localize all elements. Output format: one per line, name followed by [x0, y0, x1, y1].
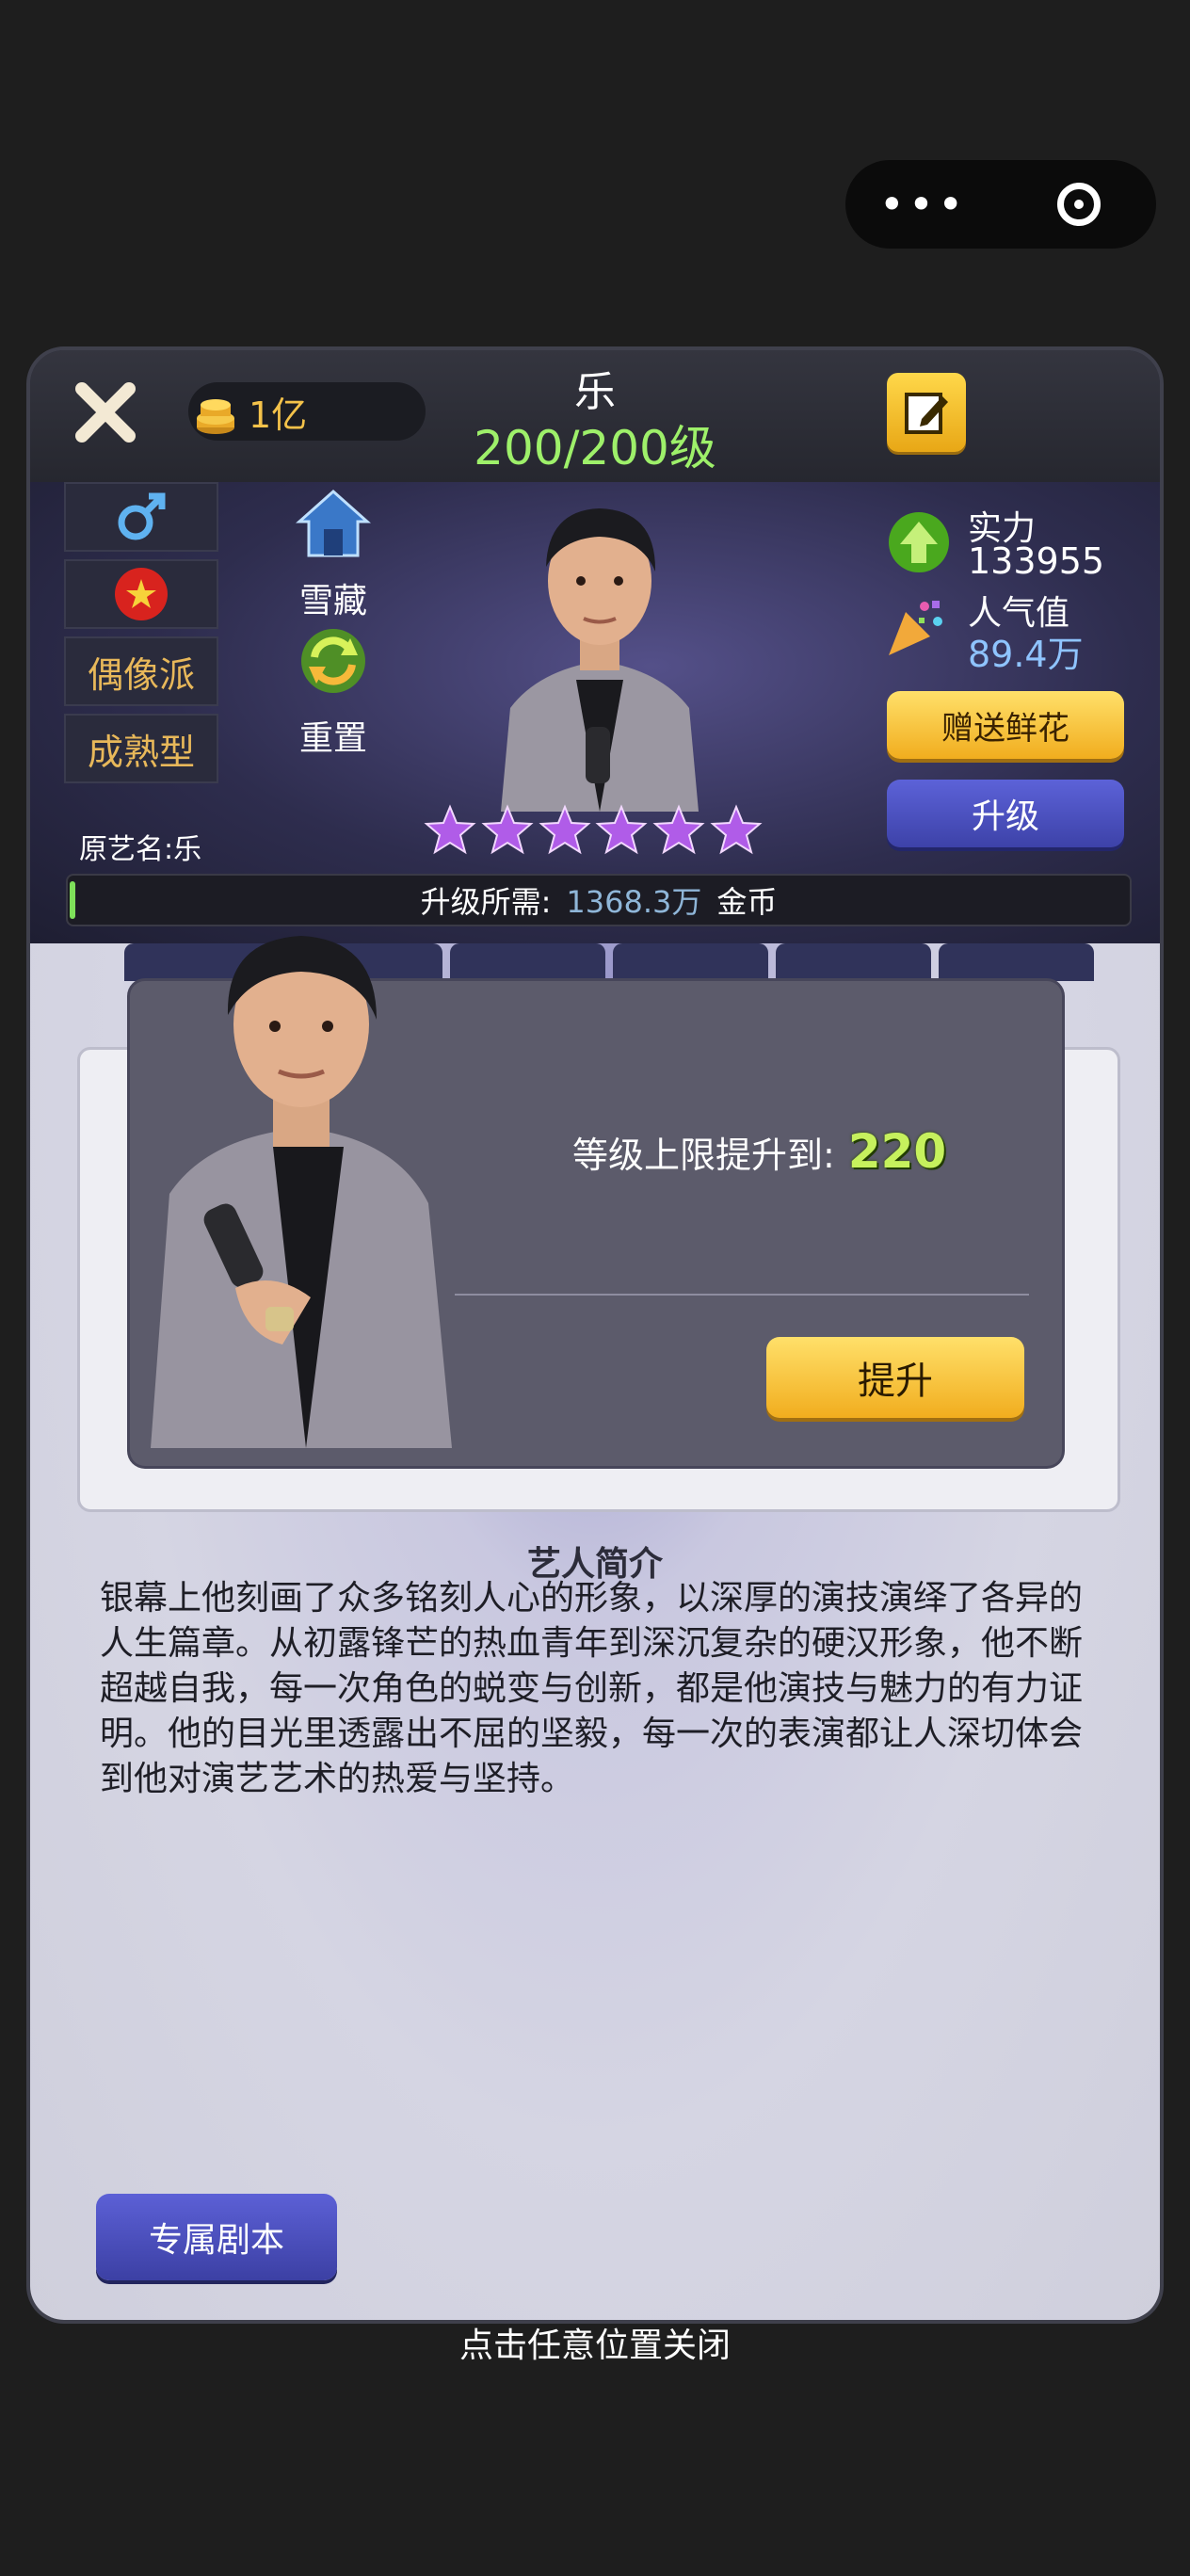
artist-level: 200/200级	[474, 421, 716, 475]
star-rating	[424, 804, 763, 861]
stash-button[interactable]: 雪藏	[277, 486, 390, 622]
star-icon	[652, 804, 705, 855]
edit-icon	[905, 393, 948, 434]
exit-miniprogram-button[interactable]	[1001, 183, 1156, 226]
flag-icon	[115, 568, 168, 620]
more-button[interactable]: •••	[845, 179, 1001, 230]
target-circle-icon	[1056, 183, 1101, 226]
refresh-icon	[301, 629, 365, 693]
reset-button[interactable]: 重置	[277, 623, 390, 760]
tab[interactable]	[613, 943, 768, 981]
house-icon	[296, 489, 371, 557]
power-up-icon	[889, 512, 949, 572]
progress-amount: 1368.3万	[566, 884, 702, 920]
star-icon	[710, 804, 763, 855]
tab[interactable]	[939, 943, 1094, 981]
artist-stage: 偶像派 成熟型 原艺名:乐 雪藏 重置 实力 133955 人气值 89.4万 …	[30, 482, 1160, 943]
artist-portrait	[501, 508, 699, 812]
nationality-tag	[64, 559, 218, 629]
star-icon	[595, 804, 648, 855]
style-tag: 偶像派	[64, 636, 218, 706]
intro-text: 银幕上他刻画了众多铭刻人心的形象，以深厚的演技演绎了各异的人生篇章。从初露锋芒的…	[100, 1579, 1084, 1798]
miniprogram-capsule: •••	[845, 160, 1156, 249]
modal-value: 220	[847, 1124, 947, 1179]
star-icon	[481, 804, 534, 855]
original-name: 原艺名:乐	[79, 833, 202, 866]
tap-to-close-hint[interactable]: 点击任意位置关闭	[0, 2318, 1190, 2367]
progress-unit: 金币	[716, 884, 778, 920]
gender-tag	[64, 482, 218, 552]
modal-message: 等级上限提升到:	[572, 1134, 835, 1176]
exclusive-script-button[interactable]: 专属剧本	[96, 2194, 337, 2280]
tab[interactable]	[776, 943, 931, 981]
reset-label: 重置	[298, 719, 367, 758]
male-icon	[118, 492, 166, 540]
modal-artist-portrait	[151, 936, 452, 1448]
star-icon	[539, 804, 591, 855]
stash-label: 雪藏	[298, 582, 367, 620]
progress-label: 升级所需:	[420, 884, 552, 920]
gift-flowers-button[interactable]: 赠送鲜花	[887, 691, 1124, 759]
divider	[455, 1294, 1029, 1296]
type-tag: 成熟型	[64, 714, 218, 783]
upgrade-button[interactable]: 升级	[887, 780, 1124, 847]
edit-button[interactable]	[887, 373, 966, 452]
tab[interactable]	[450, 943, 605, 981]
party-popper-icon	[889, 601, 942, 655]
artist-name: 乐	[574, 368, 616, 416]
power-value: 133955	[968, 540, 1105, 582]
raise-cap-button[interactable]: 提升	[766, 1337, 1024, 1418]
star-icon	[424, 804, 476, 855]
popularity-value: 89.4万	[968, 634, 1084, 675]
upgrade-progress: 升级所需: 1368.3万 金币	[66, 874, 1132, 926]
